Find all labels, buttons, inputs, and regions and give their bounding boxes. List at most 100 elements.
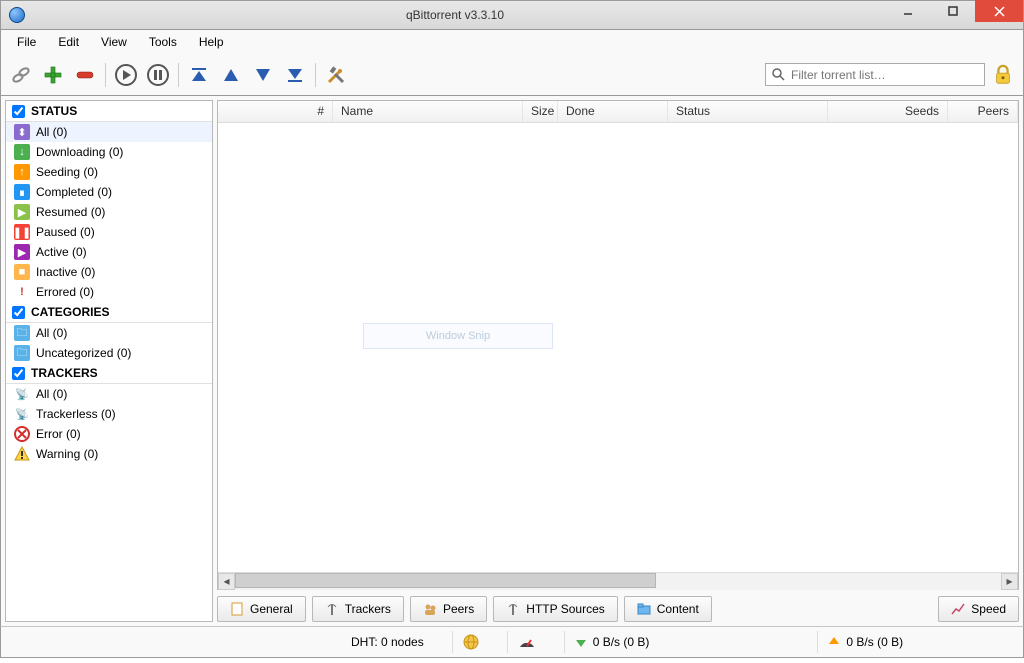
sidebar-status-errored[interactable]: !Errored (0) <box>6 282 212 302</box>
up-arrow-icon <box>828 636 840 648</box>
search-icon <box>772 68 785 81</box>
toolbar-separator <box>315 63 316 87</box>
antenna-icon: 📡 <box>14 386 30 402</box>
tab-label: Content <box>657 602 699 616</box>
scroll-right-button[interactable]: ▸ <box>1001 573 1018 590</box>
all-icon: ⬍ <box>14 124 30 140</box>
toolbar-separator <box>105 63 106 87</box>
sidebar-tracker-trackerless[interactable]: 📡 Trackerless (0) <box>6 404 212 424</box>
menu-file[interactable]: File <box>7 32 46 52</box>
window-title: qBittorrent v3.3.10 <box>25 8 885 22</box>
pause-button[interactable] <box>144 61 172 89</box>
table-body[interactable]: Window Snip <box>218 123 1018 572</box>
sidebar-trackers-header[interactable]: TRACKERS <box>6 363 212 384</box>
tab-label: Peers <box>443 602 474 616</box>
sidebar-status-seeding[interactable]: ↑Seeding (0) <box>6 162 212 182</box>
inactive-icon: ■ <box>14 264 30 280</box>
active-icon: ▶ <box>14 244 30 260</box>
column-size[interactable]: Size <box>523 101 558 122</box>
scroll-left-button[interactable]: ◂ <box>218 573 235 590</box>
status-speedometer[interactable] <box>507 631 546 653</box>
sidebar-item-label: Errored (0) <box>36 285 94 299</box>
folder-icon <box>637 602 651 616</box>
delete-button[interactable] <box>71 61 99 89</box>
add-torrent-button[interactable] <box>39 61 67 89</box>
column-status[interactable]: Status <box>668 101 828 122</box>
column-seeds[interactable]: Seeds <box>828 101 948 122</box>
antenna-icon: 📡 <box>14 406 30 422</box>
sidebar-status-header[interactable]: STATUS <box>6 101 212 122</box>
sidebar-tracker-error[interactable]: Error (0) <box>6 424 212 444</box>
trackers-header-label: TRACKERS <box>31 366 98 380</box>
completed-icon: ∎ <box>14 184 30 200</box>
preferences-button[interactable] <box>322 61 350 89</box>
minimize-button[interactable] <box>885 0 930 22</box>
gauge-icon <box>518 635 536 649</box>
sidebar-tracker-warning[interactable]: Warning (0) <box>6 444 212 464</box>
torrent-table: # Name Size Done Status Seeds Peers Wind… <box>217 100 1019 590</box>
globe-icon <box>463 634 479 650</box>
menu-help[interactable]: Help <box>189 32 234 52</box>
column-done[interactable]: Done <box>558 101 668 122</box>
status-globe[interactable] <box>452 631 489 653</box>
sidebar-status-paused[interactable]: ❚❚Paused (0) <box>6 222 212 242</box>
column-name[interactable]: Name <box>333 101 523 122</box>
tab-http-sources[interactable]: HTTP Sources <box>493 596 617 622</box>
menu-tools[interactable]: Tools <box>139 32 187 52</box>
sidebar-status-downloading[interactable]: ↓Downloading (0) <box>6 142 212 162</box>
document-icon <box>230 602 244 616</box>
sidebar-category-all[interactable]: 🗀All (0) <box>6 323 212 343</box>
tab-trackers[interactable]: Trackers <box>312 596 404 622</box>
status-upload-speed[interactable]: 0 B/s (0 B) <box>817 631 913 653</box>
toolbar <box>0 54 1024 96</box>
sidebar-tracker-all[interactable]: 📡All (0) <box>6 384 212 404</box>
sidebar-item-label: Resumed (0) <box>36 205 105 219</box>
filter-box[interactable] <box>765 63 985 86</box>
main-area: # Name Size Done Status Seeds Peers Wind… <box>217 100 1019 622</box>
sidebar-status-inactive[interactable]: ■Inactive (0) <box>6 262 212 282</box>
error-icon <box>14 426 30 442</box>
move-bottom-button[interactable] <box>281 61 309 89</box>
down-arrow-icon <box>575 636 587 648</box>
up-speed-label: 0 B/s (0 B) <box>846 635 903 649</box>
sidebar-item-label: Active (0) <box>36 245 87 259</box>
tab-speed[interactable]: Speed <box>938 596 1019 622</box>
scroll-track[interactable] <box>235 573 1001 590</box>
tab-general[interactable]: General <box>217 596 306 622</box>
filter-input[interactable] <box>791 68 978 82</box>
sidebar-status-resumed[interactable]: ▶Resumed (0) <box>6 202 212 222</box>
trackers-toggle-checkbox[interactable] <box>12 367 25 380</box>
sidebar-status-active[interactable]: ▶ Active (0) <box>6 242 212 262</box>
sidebar-category-uncategorized[interactable]: 🗀 Uncategorized (0) <box>6 343 212 363</box>
tab-peers[interactable]: Peers <box>410 596 487 622</box>
sidebar-status-completed[interactable]: ∎Completed (0) <box>6 182 212 202</box>
column-hash[interactable]: # <box>218 101 333 122</box>
tab-content[interactable]: Content <box>624 596 712 622</box>
tab-label: Trackers <box>345 602 391 616</box>
resume-button[interactable] <box>112 61 140 89</box>
sidebar-status-all[interactable]: ⬍All (0) <box>6 122 212 142</box>
status-download-speed[interactable]: 0 B/s (0 B) <box>564 631 660 653</box>
menu-view[interactable]: View <box>91 32 137 52</box>
lock-button[interactable] <box>989 61 1017 89</box>
app-icon <box>9 7 25 23</box>
status-dht[interactable]: DHT: 0 nodes <box>341 631 434 653</box>
down-speed-label: 0 B/s (0 B) <box>593 635 650 649</box>
status-header-label: STATUS <box>31 104 77 118</box>
move-down-button[interactable] <box>249 61 277 89</box>
scroll-thumb[interactable] <box>235 573 656 588</box>
column-peers[interactable]: Peers <box>948 101 1018 122</box>
categories-toggle-checkbox[interactable] <box>12 306 25 319</box>
status-toggle-checkbox[interactable] <box>12 105 25 118</box>
sidebar-categories-header[interactable]: CATEGORIES <box>6 302 212 323</box>
move-up-button[interactable] <box>217 61 245 89</box>
folder-icon: 🗀 <box>14 345 30 361</box>
add-link-button[interactable] <box>7 61 35 89</box>
close-button[interactable] <box>975 0 1023 22</box>
maximize-button[interactable] <box>930 0 975 22</box>
sidebar-item-label: Uncategorized (0) <box>36 346 131 360</box>
menu-edit[interactable]: Edit <box>48 32 89 52</box>
horizontal-scrollbar[interactable]: ◂ ▸ <box>218 572 1018 589</box>
sidebar-item-label: Trackerless (0) <box>36 407 116 421</box>
move-top-button[interactable] <box>185 61 213 89</box>
